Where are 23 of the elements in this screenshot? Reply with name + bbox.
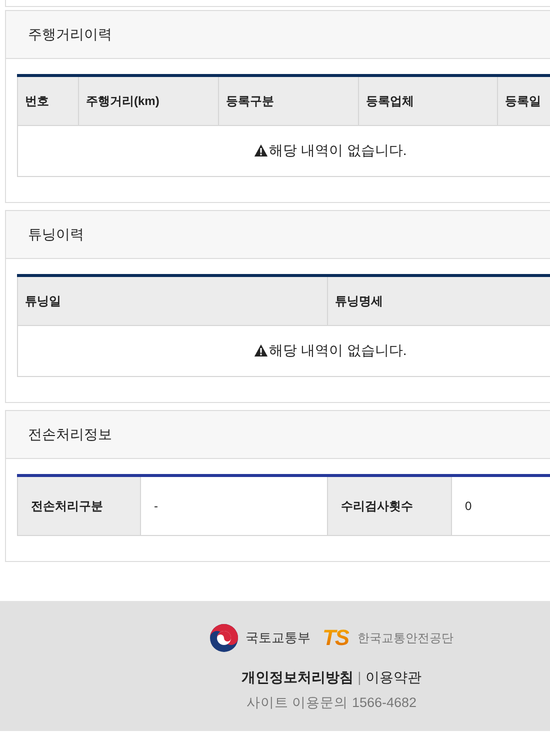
footer-link[interactable]: 이용약관 bbox=[365, 667, 422, 688]
field-label: 수리검사횟수 bbox=[328, 476, 452, 536]
contact-info: 사이트 이용문의 1566-4682 bbox=[246, 694, 417, 712]
empty-message: 해당 내역이 없습니다. bbox=[269, 140, 407, 160]
emblem-icon bbox=[209, 623, 240, 653]
column-header: 등록업체 bbox=[358, 76, 498, 126]
section-title: 전손처리정보 bbox=[28, 425, 112, 444]
column-header: 튜닝일 bbox=[18, 276, 328, 326]
ministry-name: 국토교통부 bbox=[245, 629, 310, 648]
section-title: 주행거리이력 bbox=[28, 25, 112, 44]
column-header: 등록구분 bbox=[218, 76, 358, 126]
column-header: 튜닝명세 bbox=[328, 276, 550, 326]
separator: | bbox=[358, 668, 362, 687]
column-header: 번호 bbox=[18, 76, 78, 126]
warning-icon bbox=[254, 144, 268, 156]
column-header: 등록일 bbox=[498, 76, 550, 126]
column-header: 주행거리(km) bbox=[78, 76, 218, 126]
section-title: 튜닝이력 bbox=[28, 225, 84, 244]
footer-link[interactable]: 개인정보처리방침 bbox=[242, 667, 354, 688]
agency-name: 한국교통안전공단 bbox=[358, 630, 454, 647]
warning-icon bbox=[254, 344, 268, 356]
field-label: 전손처리구분 bbox=[18, 476, 140, 536]
empty-message: 해당 내역이 없습니다. bbox=[269, 340, 407, 360]
